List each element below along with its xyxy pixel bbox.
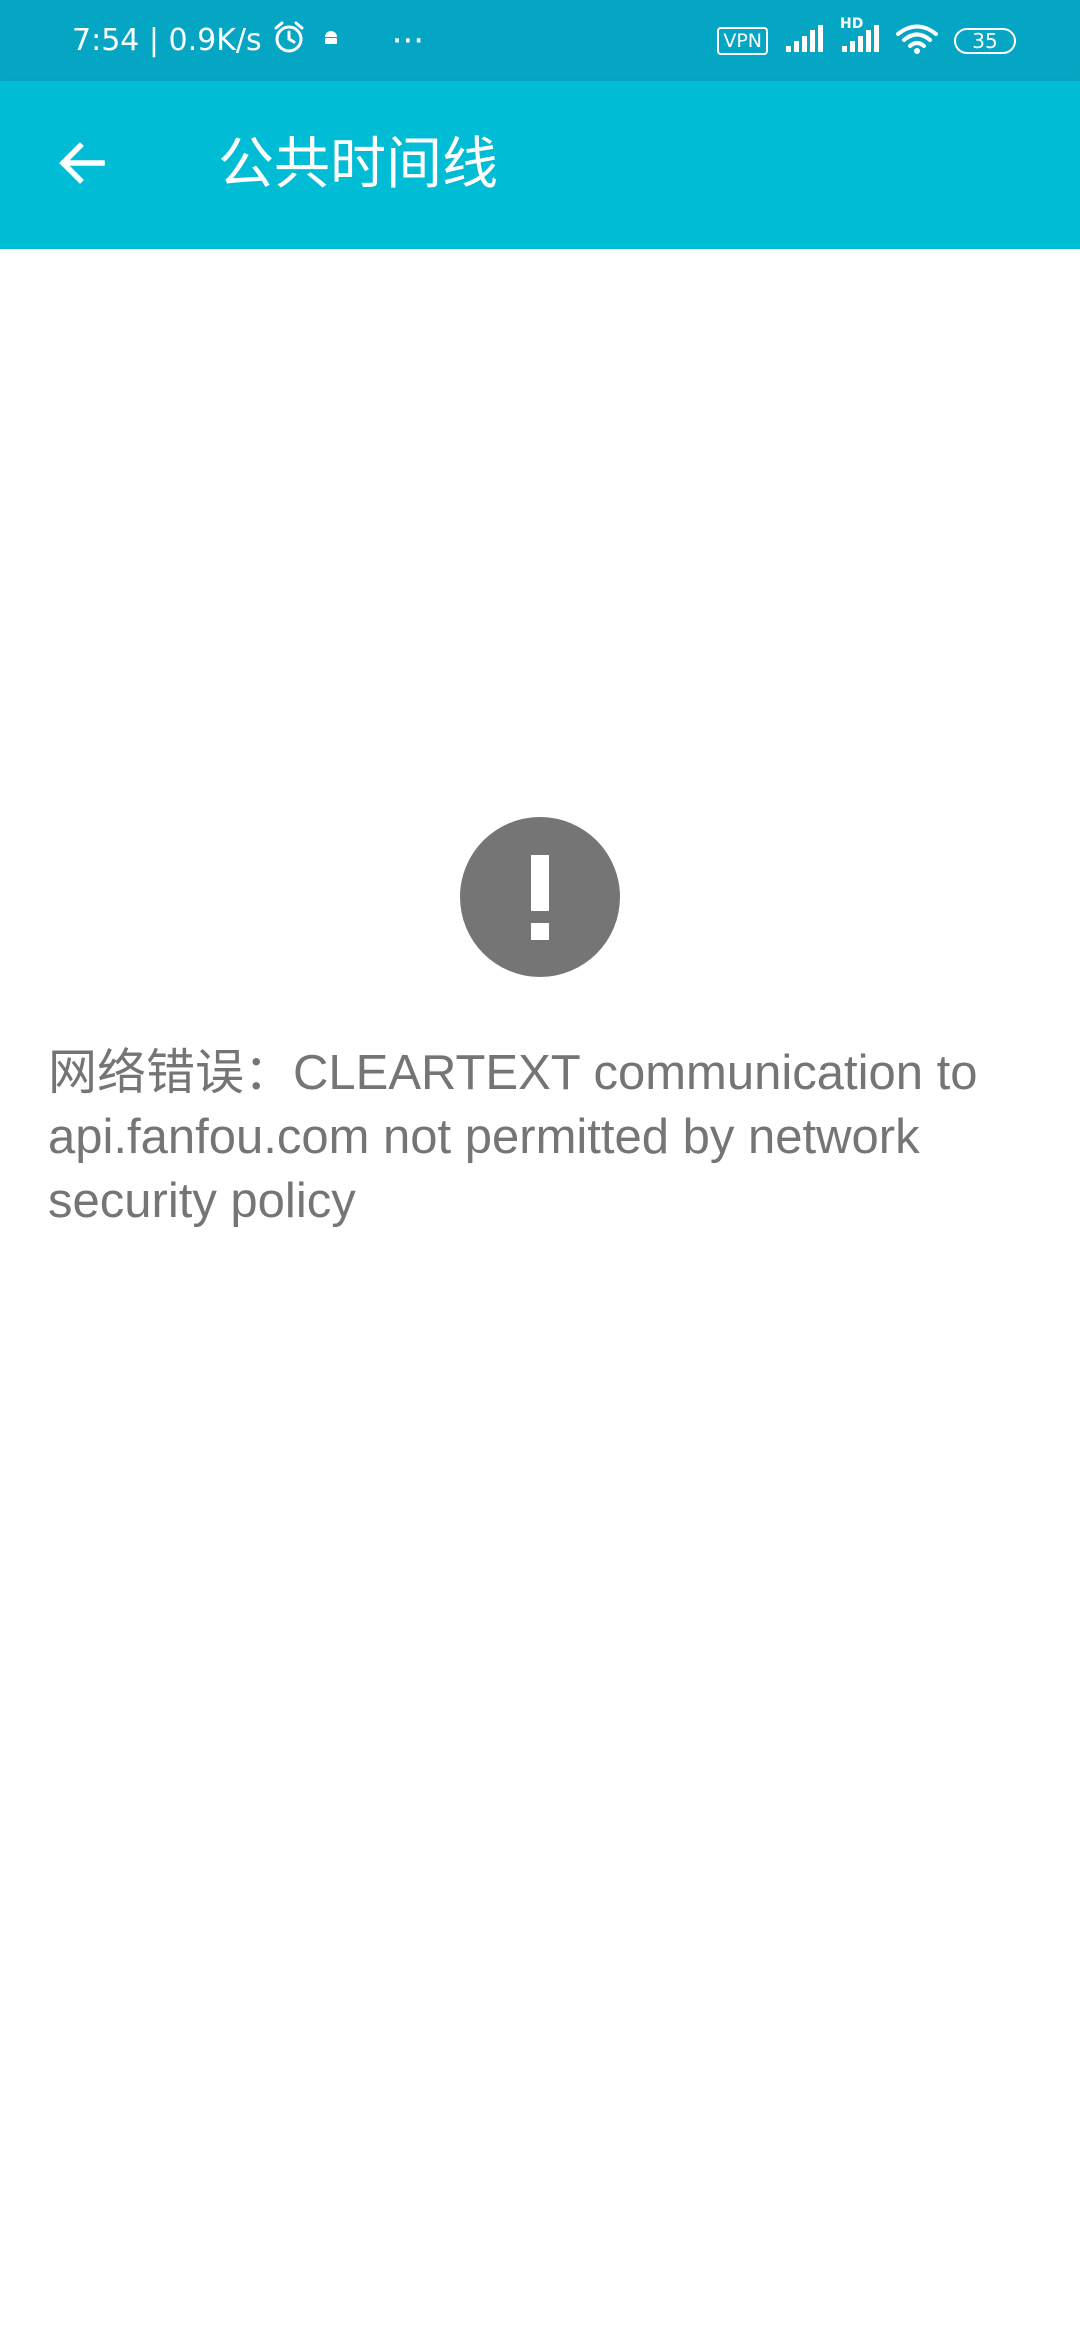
android-icon	[316, 22, 346, 60]
battery-level: 35	[972, 28, 998, 53]
battery-icon: 35	[954, 27, 1016, 54]
signal-hd-label: HD	[840, 15, 864, 32]
status-right: VPN HD 35	[717, 0, 1016, 81]
arrow-left-icon	[54, 135, 110, 195]
back-button[interactable]	[38, 121, 126, 209]
page-title: 公共时间线	[218, 132, 498, 197]
signal-icon	[784, 24, 824, 58]
signal-hd-icon: HD	[840, 16, 880, 58]
content-area	[0, 249, 1080, 2340]
status-time-speed: 7:54 | 0.9K/s	[72, 23, 262, 58]
app-bar: 公共时间线	[0, 81, 1080, 249]
status-left: 7:54 | 0.9K/s ···	[72, 0, 424, 81]
wifi-icon	[896, 23, 938, 59]
more-notifications-icon: ···	[391, 20, 425, 61]
alarm-icon	[272, 20, 306, 62]
status-bar: 7:54 | 0.9K/s ··· VPN HD 35	[0, 0, 1080, 81]
error-message: 网络错误：CLEARTEXT communication to api.fanf…	[48, 1046, 978, 1228]
exclamation-circle-icon	[460, 817, 620, 977]
vpn-badge: VPN	[717, 26, 768, 55]
